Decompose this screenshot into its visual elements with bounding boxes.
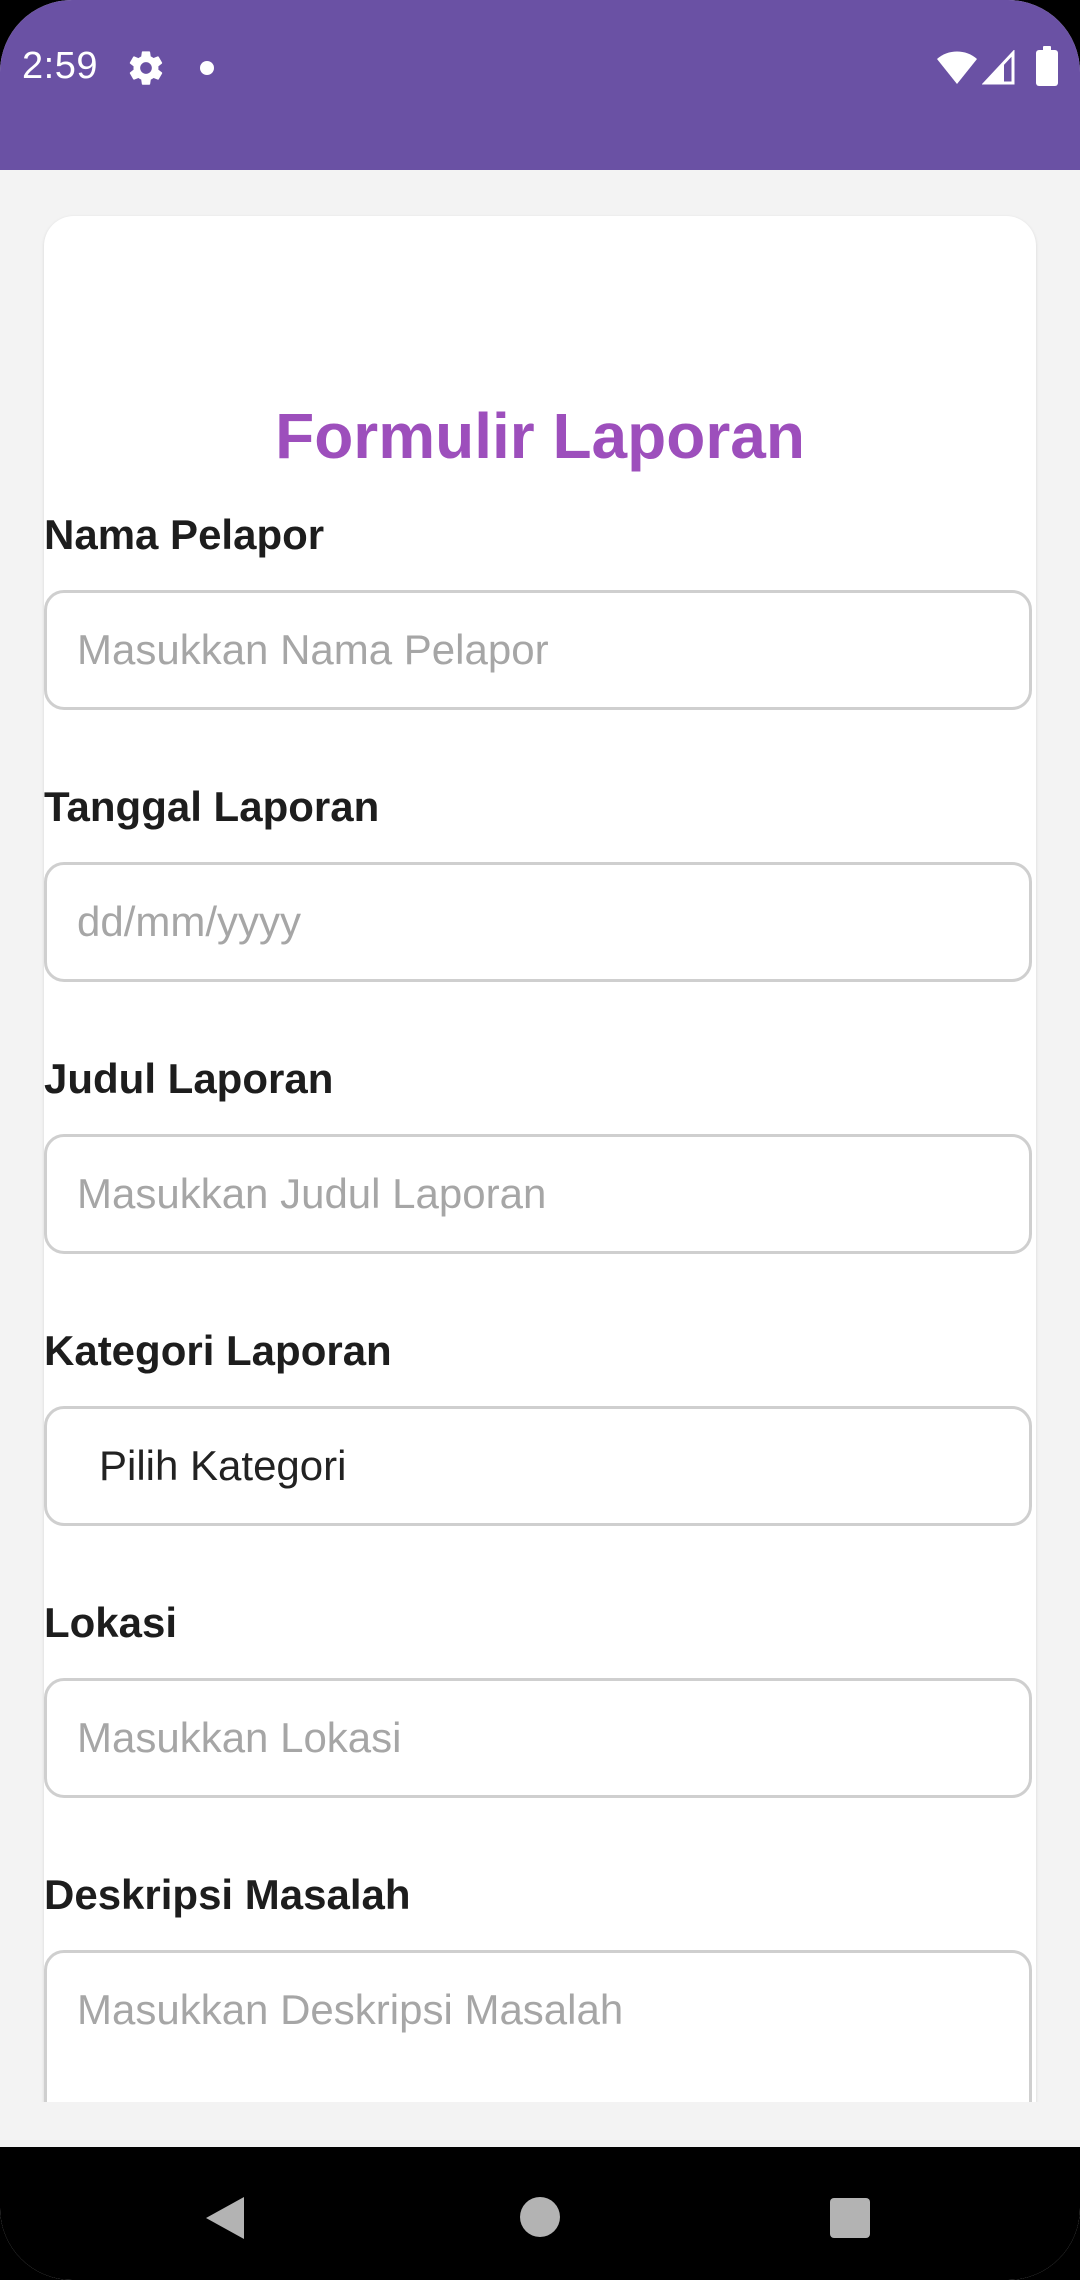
status-time: 2:59	[22, 45, 98, 87]
battery-icon	[1036, 46, 1058, 86]
kategori-laporan-dropdown[interactable]: Pilih Kategori	[44, 1406, 1032, 1526]
report-form-card: Formulir Laporan Nama Pelapor Masukkan N…	[44, 216, 1036, 2102]
wifi-icon	[937, 51, 977, 84]
form-title: Formulir Laporan	[275, 400, 805, 472]
judul-laporan-placeholder: Masukkan Judul Laporan	[77, 1170, 547, 1217]
label-deskripsi-masalah: Deskripsi Masalah	[44, 1871, 411, 1918]
deskripsi-masalah-textarea[interactable]: Masukkan Deskripsi Masalah	[44, 1950, 1032, 2102]
tanggal-laporan-input[interactable]: dd/mm/yyyy	[44, 862, 1032, 982]
label-tanggal-laporan: Tanggal Laporan	[44, 783, 380, 830]
home-icon[interactable]	[520, 2197, 560, 2237]
status-bar: 2:59	[0, 0, 1080, 170]
signal-icon	[982, 50, 1015, 85]
kategori-selected-value: Pilih Kategori	[99, 1442, 347, 1489]
scroll-content[interactable]: Formulir Laporan Nama Pelapor Masukkan N…	[0, 170, 1080, 2102]
judul-laporan-input[interactable]: Masukkan Judul Laporan	[44, 1134, 1032, 1254]
back-icon[interactable]	[204, 2195, 246, 2241]
gear-icon	[129, 51, 163, 85]
notification-dot-icon	[200, 61, 214, 75]
navigation-bar	[0, 2147, 1080, 2280]
label-lokasi: Lokasi	[44, 1599, 178, 1646]
deskripsi-masalah-placeholder: Masukkan Deskripsi Masalah	[77, 1986, 624, 2033]
label-judul-laporan: Judul Laporan	[44, 1055, 334, 1102]
lokasi-input[interactable]: Masukkan Lokasi	[44, 1678, 1032, 1798]
recents-icon[interactable]	[830, 2198, 870, 2238]
phone-screen: 2:59 Formulir Laporan Nama Pelapor Masuk…	[0, 0, 1080, 2280]
label-kategori-laporan: Kategori Laporan	[44, 1327, 392, 1374]
lokasi-placeholder: Masukkan Lokasi	[77, 1714, 402, 1761]
label-nama-pelapor: Nama Pelapor	[44, 511, 325, 558]
nama-pelapor-input[interactable]: Masukkan Nama Pelapor	[44, 590, 1032, 710]
tanggal-laporan-placeholder: dd/mm/yyyy	[77, 898, 302, 945]
nama-pelapor-placeholder: Masukkan Nama Pelapor	[77, 626, 549, 673]
